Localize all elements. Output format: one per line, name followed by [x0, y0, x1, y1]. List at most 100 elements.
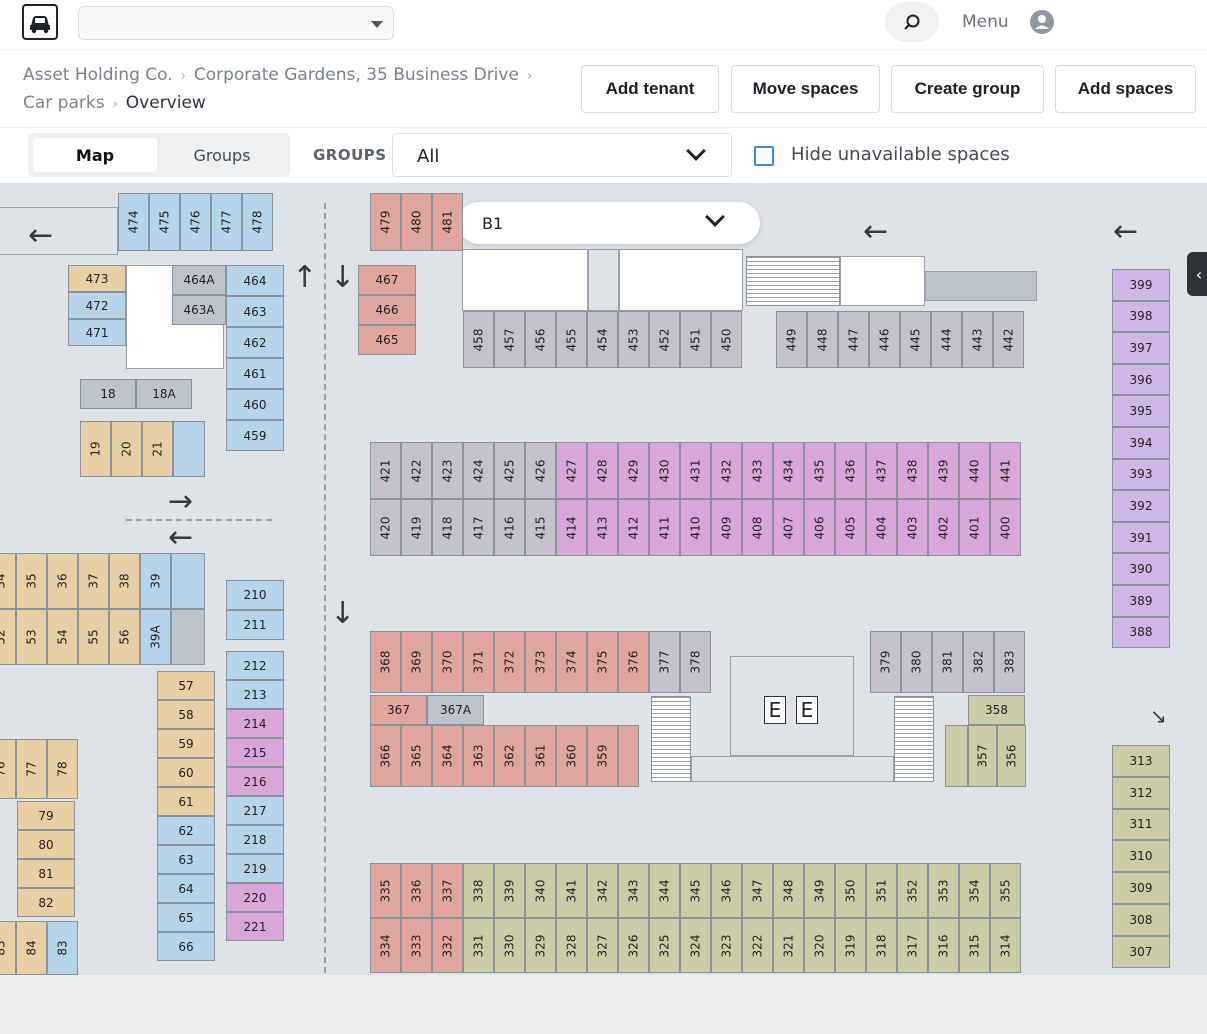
parking-space[interactable]: 400: [990, 499, 1021, 556]
parking-space[interactable]: 430: [649, 442, 680, 499]
parking-space[interactable]: 458: [463, 311, 494, 368]
parking-space[interactable]: 440: [959, 442, 990, 499]
parking-space[interactable]: 341: [556, 863, 587, 918]
parking-space[interactable]: 337: [432, 863, 463, 918]
parking-space[interactable]: 410: [680, 499, 711, 556]
add-tenant-button[interactable]: Add tenant: [581, 65, 719, 113]
parking-space[interactable]: 436: [835, 442, 866, 499]
parking-space[interactable]: 363: [463, 725, 494, 787]
parking-space[interactable]: 343: [618, 863, 649, 918]
parking-space[interactable]: 53: [16, 609, 47, 665]
parking-space[interactable]: 54: [47, 609, 78, 665]
parking-space[interactable]: [171, 553, 205, 609]
parking-space[interactable]: 52: [0, 609, 16, 665]
parking-space[interactable]: 438: [897, 442, 928, 499]
parking-space[interactable]: 407: [773, 499, 804, 556]
parking-space[interactable]: 84: [16, 921, 47, 975]
parking-space[interactable]: 417: [463, 499, 494, 556]
parking-space[interactable]: 357: [968, 725, 997, 787]
parking-space[interactable]: 409: [711, 499, 742, 556]
parking-space[interactable]: 213: [226, 680, 284, 709]
parking-space[interactable]: 83: [47, 921, 78, 975]
menu-button[interactable]: Menu: [962, 12, 1009, 32]
parking-space[interactable]: 353: [928, 863, 959, 918]
parking-space[interactable]: 377: [649, 631, 680, 693]
parking-space[interactable]: 36: [47, 553, 78, 609]
parking-space[interactable]: 460: [226, 389, 284, 420]
car-icon[interactable]: [22, 4, 58, 40]
parking-space[interactable]: 419: [401, 499, 432, 556]
parking-space[interactable]: 391: [1112, 521, 1170, 554]
parking-space[interactable]: 381: [932, 631, 963, 693]
parking-space[interactable]: [173, 421, 205, 477]
breadcrumb-item[interactable]: Car parks: [23, 93, 105, 113]
parking-space[interactable]: 79: [17, 801, 75, 830]
parking-space[interactable]: 367: [370, 695, 427, 725]
parking-space[interactable]: 423: [432, 442, 463, 499]
parking-space[interactable]: 370: [432, 631, 463, 693]
parking-space[interactable]: 435: [804, 442, 835, 499]
parking-space[interactable]: 463: [226, 296, 284, 327]
parking-space[interactable]: 466: [358, 295, 416, 325]
parking-space[interactable]: 309: [1112, 872, 1170, 904]
parking-space[interactable]: 454: [587, 311, 618, 368]
parking-space[interactable]: 464: [226, 265, 284, 296]
parking-space[interactable]: 404: [866, 499, 897, 556]
parking-space[interactable]: 448: [807, 311, 838, 368]
parking-space[interactable]: 323: [711, 918, 742, 973]
parking-space[interactable]: 20: [111, 421, 142, 477]
parking-space[interactable]: 60: [157, 758, 215, 787]
parking-space[interactable]: 369: [401, 631, 432, 693]
create-group-button[interactable]: Create group: [891, 65, 1044, 113]
parking-space[interactable]: 18A: [136, 379, 192, 409]
parking-space[interactable]: 373: [525, 631, 556, 693]
parking-space[interactable]: 457: [494, 311, 525, 368]
parking-space[interactable]: 389: [1112, 585, 1170, 617]
parking-space[interactable]: 56: [109, 609, 140, 665]
parking-space[interactable]: 65: [157, 903, 215, 932]
parking-space[interactable]: 464A: [172, 265, 226, 295]
parking-space[interactable]: 345: [680, 863, 711, 918]
parking-space[interactable]: 66: [157, 932, 215, 961]
parking-space[interactable]: 77: [16, 739, 47, 799]
parking-space[interactable]: 349: [804, 863, 835, 918]
parking-space[interactable]: 37: [78, 553, 109, 609]
parking-space[interactable]: 211: [226, 610, 284, 640]
parking-space[interactable]: 432: [711, 442, 742, 499]
parking-space[interactable]: 82: [17, 888, 75, 917]
parking-space[interactable]: 351: [866, 863, 897, 918]
parking-space[interactable]: 338: [463, 863, 494, 918]
parking-space[interactable]: 452: [649, 311, 680, 368]
parking-space[interactable]: 461: [226, 358, 284, 389]
parking-space[interactable]: 312: [1112, 776, 1170, 809]
parking-space[interactable]: 394: [1112, 427, 1170, 459]
parking-space[interactable]: 416: [494, 499, 525, 556]
parking-space[interactable]: 443: [962, 311, 993, 368]
parking-space[interactable]: 331: [463, 918, 494, 973]
parking-space[interactable]: 437: [866, 442, 897, 499]
parking-space[interactable]: 411: [649, 499, 680, 556]
parking-space[interactable]: 463A: [172, 295, 226, 325]
parking-space[interactable]: 358: [968, 695, 1025, 725]
parking-space[interactable]: 441: [990, 442, 1021, 499]
parking-space[interactable]: 63: [157, 845, 215, 874]
parking-space[interactable]: 473: [68, 265, 126, 292]
parking-space[interactable]: 425: [494, 442, 525, 499]
parking-space[interactable]: 462: [226, 327, 284, 358]
parking-space[interactable]: 378: [680, 631, 711, 693]
parking-space[interactable]: 78: [47, 739, 78, 799]
parking-space[interactable]: 347: [742, 863, 773, 918]
parking-space[interactable]: 479: [370, 193, 401, 251]
parking-space[interactable]: 313: [1112, 745, 1170, 777]
parking-space[interactable]: 374: [556, 631, 587, 693]
parking-space[interactable]: 307: [1112, 935, 1170, 968]
parking-space[interactable]: [945, 725, 968, 787]
parking-space[interactable]: 447: [838, 311, 869, 368]
parking-space[interactable]: 58: [157, 700, 215, 729]
parking-space[interactable]: 324: [680, 918, 711, 973]
parking-space[interactable]: 428: [587, 442, 618, 499]
parking-space[interactable]: 475: [149, 193, 180, 251]
parking-space[interactable]: 221: [226, 912, 284, 941]
parking-space[interactable]: 340: [525, 863, 556, 918]
parking-space[interactable]: 61: [157, 787, 215, 816]
